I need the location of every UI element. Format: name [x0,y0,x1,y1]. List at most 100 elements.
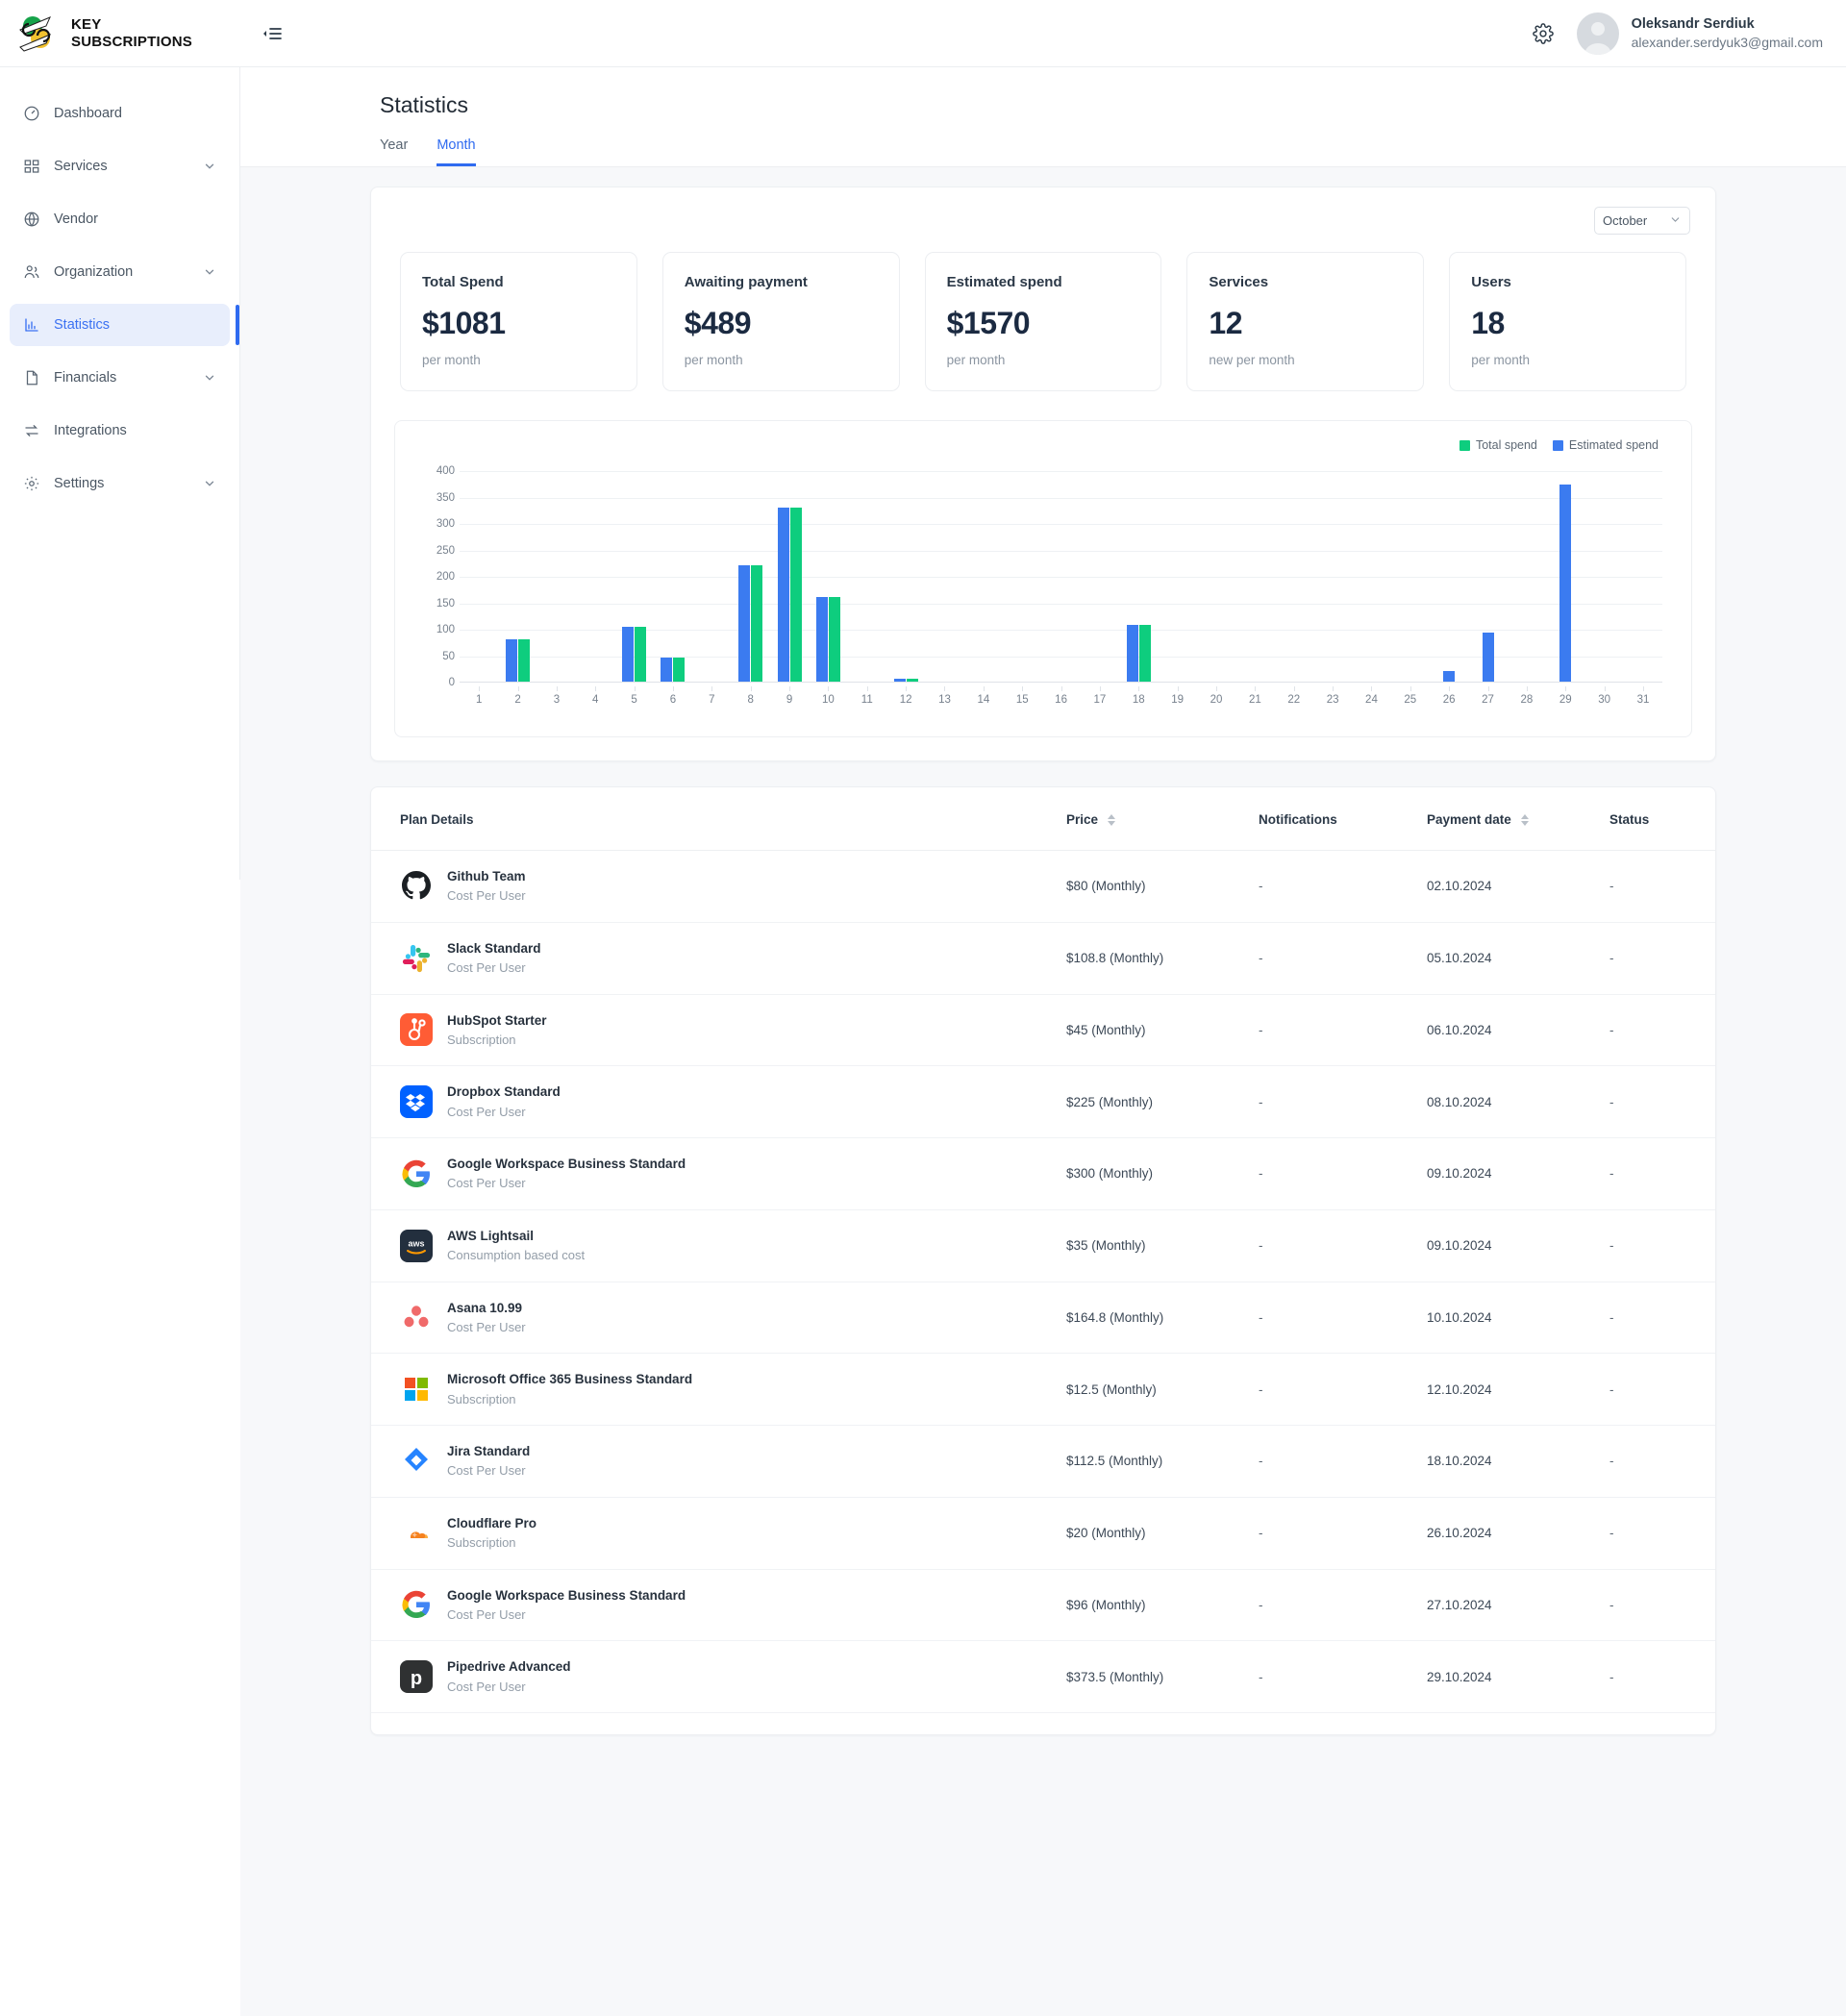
bar-estimated-spend[interactable] [506,639,518,682]
bar-group-day-23[interactable] [1313,471,1352,682]
sidebar-item-vendor[interactable]: Vendor [10,198,230,240]
bar-estimated-spend[interactable] [622,627,635,682]
bar-group-day-26[interactable] [1430,471,1468,682]
bar-estimated-spend[interactable] [738,565,751,682]
bar-group-day-16[interactable] [1041,471,1080,682]
column-label: Plan Details [400,812,474,827]
legend-swatch-estimated-spend [1552,439,1563,451]
chevron-down-icon[interactable] [203,160,216,173]
table-row[interactable]: aws AWS Lightsail Consumption based cost $3… [371,1209,1715,1282]
bar-total-spend[interactable] [1138,625,1151,682]
sort-icon-payment-date[interactable] [1520,813,1529,826]
cell-payment-date: 09.10.2024 [1417,1137,1600,1210]
bar-total-spend[interactable] [789,507,802,682]
bar-group-day-2[interactable] [498,471,536,682]
sidebar-item-statistics[interactable]: Statistics [10,304,239,346]
cell-payment-date: 09.10.2024 [1417,1209,1600,1282]
table-row[interactable]: Microsoft Office 365 Business Standard Su… [371,1353,1715,1426]
chevron-down-icon[interactable] [203,265,216,279]
tab-year[interactable]: Year [380,137,408,166]
bar-group-day-12[interactable] [886,471,925,682]
bar-group-day-4[interactable] [576,471,614,682]
plan-name: Microsoft Office 365 Business Standard [447,1372,693,1387]
bar-group-day-18[interactable] [1119,471,1158,682]
table-row[interactable]: Jira Standard Cost Per User $112.5 (Monthl… [371,1425,1715,1498]
sidebar-item-financials[interactable]: Financials [10,357,230,399]
legend-item-total-spend[interactable]: Total spend [1459,438,1537,452]
bar-group-day-11[interactable] [848,471,886,682]
bar-group-day-19[interactable] [1158,471,1196,682]
bar-estimated-spend[interactable] [1482,632,1494,682]
google-icon [400,1157,433,1190]
bar-estimated-spend[interactable] [1559,484,1572,682]
bar-group-day-22[interactable] [1275,471,1313,682]
sidebar-item-integrations[interactable]: Integrations [10,410,230,452]
bar-group-day-20[interactable] [1197,471,1235,682]
sidebar-item-services[interactable]: Services [10,145,230,187]
bar-group-day-29[interactable] [1546,471,1584,682]
bar-group-day-3[interactable] [537,471,576,682]
legend-swatch-total-spend [1459,439,1470,451]
bar-estimated-spend[interactable] [893,679,906,682]
bar-group-day-28[interactable] [1508,471,1546,682]
sort-icon-price[interactable] [1108,813,1116,826]
bar-group-day-25[interactable] [1391,471,1430,682]
chevron-down-icon[interactable] [203,477,216,490]
bar-group-day-7[interactable] [692,471,731,682]
bar-group-day-1[interactable] [460,471,498,682]
bar-estimated-spend[interactable] [1443,671,1456,682]
bar-total-spend[interactable] [635,627,647,682]
y-tick-label: 0 [448,677,455,688]
bar-group-day-27[interactable] [1468,471,1507,682]
table-row[interactable]: Asana 10.99 Cost Per User $164.8 (Monthly)… [371,1282,1715,1355]
chevron-down-icon[interactable] [203,371,216,385]
table-row[interactable]: Google Workspace Business Standard Cost P… [371,1569,1715,1642]
bar-total-spend[interactable] [828,597,840,682]
bar-group-day-10[interactable] [809,471,847,682]
bar-group-day-5[interactable] [614,471,653,682]
sidebar-item-dashboard[interactable]: Dashboard [10,92,230,135]
user-profile-block[interactable]: Oleksandr Serdiuk alexander.serdyuk3@gma… [1576,12,1823,55]
bar-estimated-spend[interactable] [777,507,789,682]
bar-group-day-30[interactable] [1584,471,1623,682]
bar-total-spend[interactable] [673,658,686,682]
gear-icon[interactable] [1531,21,1556,46]
table-row[interactable]: p Pipedrive Advanced Cost Per User $373.5 (… [371,1640,1715,1713]
table-row[interactable]: Slack Standard Cost Per User $108.8 (Month… [371,922,1715,995]
bar-group-day-21[interactable] [1235,471,1274,682]
bar-total-spend[interactable] [906,679,918,682]
bar-total-spend[interactable] [751,565,763,682]
bar-group-day-31[interactable] [1624,471,1662,682]
table-row[interactable]: Dropbox Standard Cost Per User $225 (Month… [371,1065,1715,1138]
cell-notifications: - [1249,1425,1417,1498]
sidebar-item-organization[interactable]: Organization [10,251,230,293]
stat-card-estimated-spend: Estimated spend $1570 per month [924,252,1162,391]
bar-group-day-8[interactable] [732,471,770,682]
bar-group-day-14[interactable] [964,471,1003,682]
sidebar-item-label: Integrations [54,423,127,438]
plan-type: Subscription [447,1535,516,1550]
table-row[interactable]: Cloudflare Pro Subscription $20 (Monthly) -… [371,1497,1715,1570]
month-select[interactable]: October [1594,207,1690,235]
bar-total-spend[interactable] [518,639,531,682]
bar-group-day-9[interactable] [770,471,809,682]
column-payment-date[interactable]: Payment date [1417,787,1600,851]
bar-group-day-24[interactable] [1352,471,1390,682]
bar-estimated-spend[interactable] [661,658,673,682]
table-row[interactable]: Github Team Cost Per User $80 (Monthly) -02… [371,850,1715,923]
cell-notifications: - [1249,1209,1417,1282]
table-row[interactable]: HubSpot Starter Subscription $45 (Monthly)… [371,994,1715,1067]
brand-logo-block[interactable]: KEY SUBSCRIPTIONS [0,14,240,53]
bar-estimated-spend[interactable] [815,597,828,682]
bar-group-day-15[interactable] [1003,471,1041,682]
bar-group-day-13[interactable] [925,471,963,682]
table-row[interactable]: Google Workspace Business Standard Cost P… [371,1137,1715,1210]
column-price[interactable]: Price [1057,787,1249,851]
bar-group-day-6[interactable] [654,471,692,682]
tab-month[interactable]: Month [437,137,476,166]
collapse-sidebar-icon[interactable] [258,19,287,48]
legend-item-estimated-spend[interactable]: Estimated spend [1552,438,1659,452]
bar-group-day-17[interactable] [1081,471,1119,682]
bar-estimated-spend[interactable] [1126,625,1138,682]
sidebar-item-settings[interactable]: Settings [10,462,230,505]
